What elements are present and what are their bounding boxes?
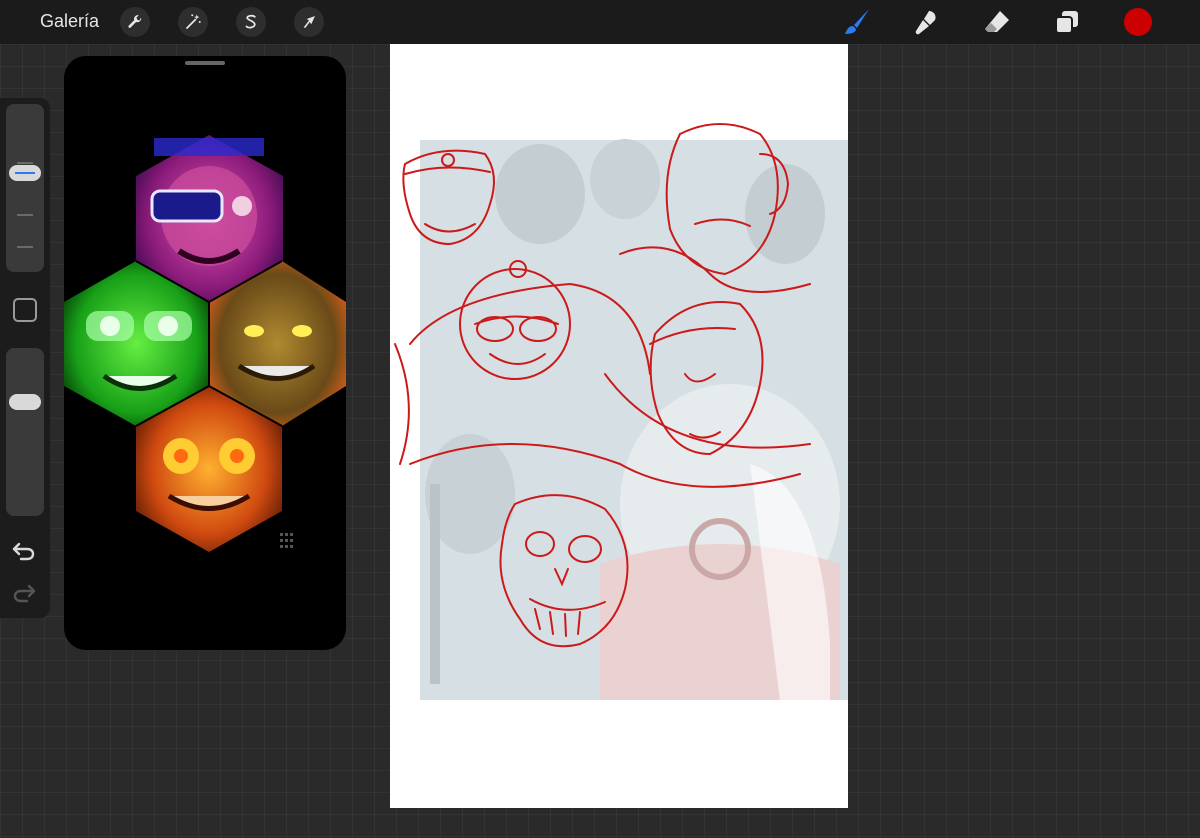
undo-button[interactable] bbox=[11, 538, 37, 569]
gallery-button[interactable]: Galería bbox=[40, 11, 99, 32]
drawing-canvas[interactable] bbox=[390, 44, 848, 808]
selection-s-icon bbox=[245, 14, 256, 29]
reference-drag-handle[interactable] bbox=[185, 61, 225, 65]
slider-tick bbox=[17, 162, 33, 164]
wrench-icon bbox=[128, 15, 142, 28]
selection-button[interactable] bbox=[236, 7, 266, 37]
brush-icon bbox=[845, 9, 869, 34]
redo-icon bbox=[13, 584, 36, 603]
eraser-tool-button[interactable] bbox=[980, 5, 1014, 39]
reference-window[interactable] bbox=[64, 56, 346, 650]
artist-signature-mark bbox=[280, 533, 293, 548]
brush-size-thumb[interactable] bbox=[9, 164, 41, 181]
brush-size-slider[interactable] bbox=[6, 104, 44, 272]
undo-icon bbox=[12, 542, 35, 561]
left-sidebar bbox=[0, 98, 50, 618]
slider-tick bbox=[17, 214, 33, 216]
redo-button[interactable] bbox=[11, 580, 37, 611]
color-picker-button[interactable] bbox=[1124, 8, 1152, 36]
smudge-tool-button[interactable] bbox=[910, 5, 944, 39]
move-arrow-icon bbox=[303, 16, 315, 28]
canvas-artwork bbox=[394, 123, 848, 700]
faded-reference-layer bbox=[420, 139, 848, 700]
brush-opacity-thumb[interactable] bbox=[9, 393, 41, 410]
layers-icon bbox=[1055, 11, 1078, 34]
brush-tool-button[interactable] bbox=[840, 5, 874, 39]
modify-square-icon[interactable] bbox=[13, 298, 37, 322]
slider-tick bbox=[17, 246, 33, 248]
transform-button[interactable] bbox=[294, 7, 324, 37]
actions-button[interactable] bbox=[120, 7, 150, 37]
adjustments-button[interactable] bbox=[178, 7, 208, 37]
top-toolbar: Galería bbox=[0, 0, 1200, 44]
brush-opacity-slider[interactable] bbox=[6, 348, 44, 516]
eraser-icon bbox=[985, 11, 1009, 32]
magic-wand-icon bbox=[186, 14, 201, 29]
reference-artwork bbox=[64, 135, 346, 552]
smudge-icon bbox=[915, 11, 936, 35]
layers-button[interactable] bbox=[1050, 5, 1084, 39]
